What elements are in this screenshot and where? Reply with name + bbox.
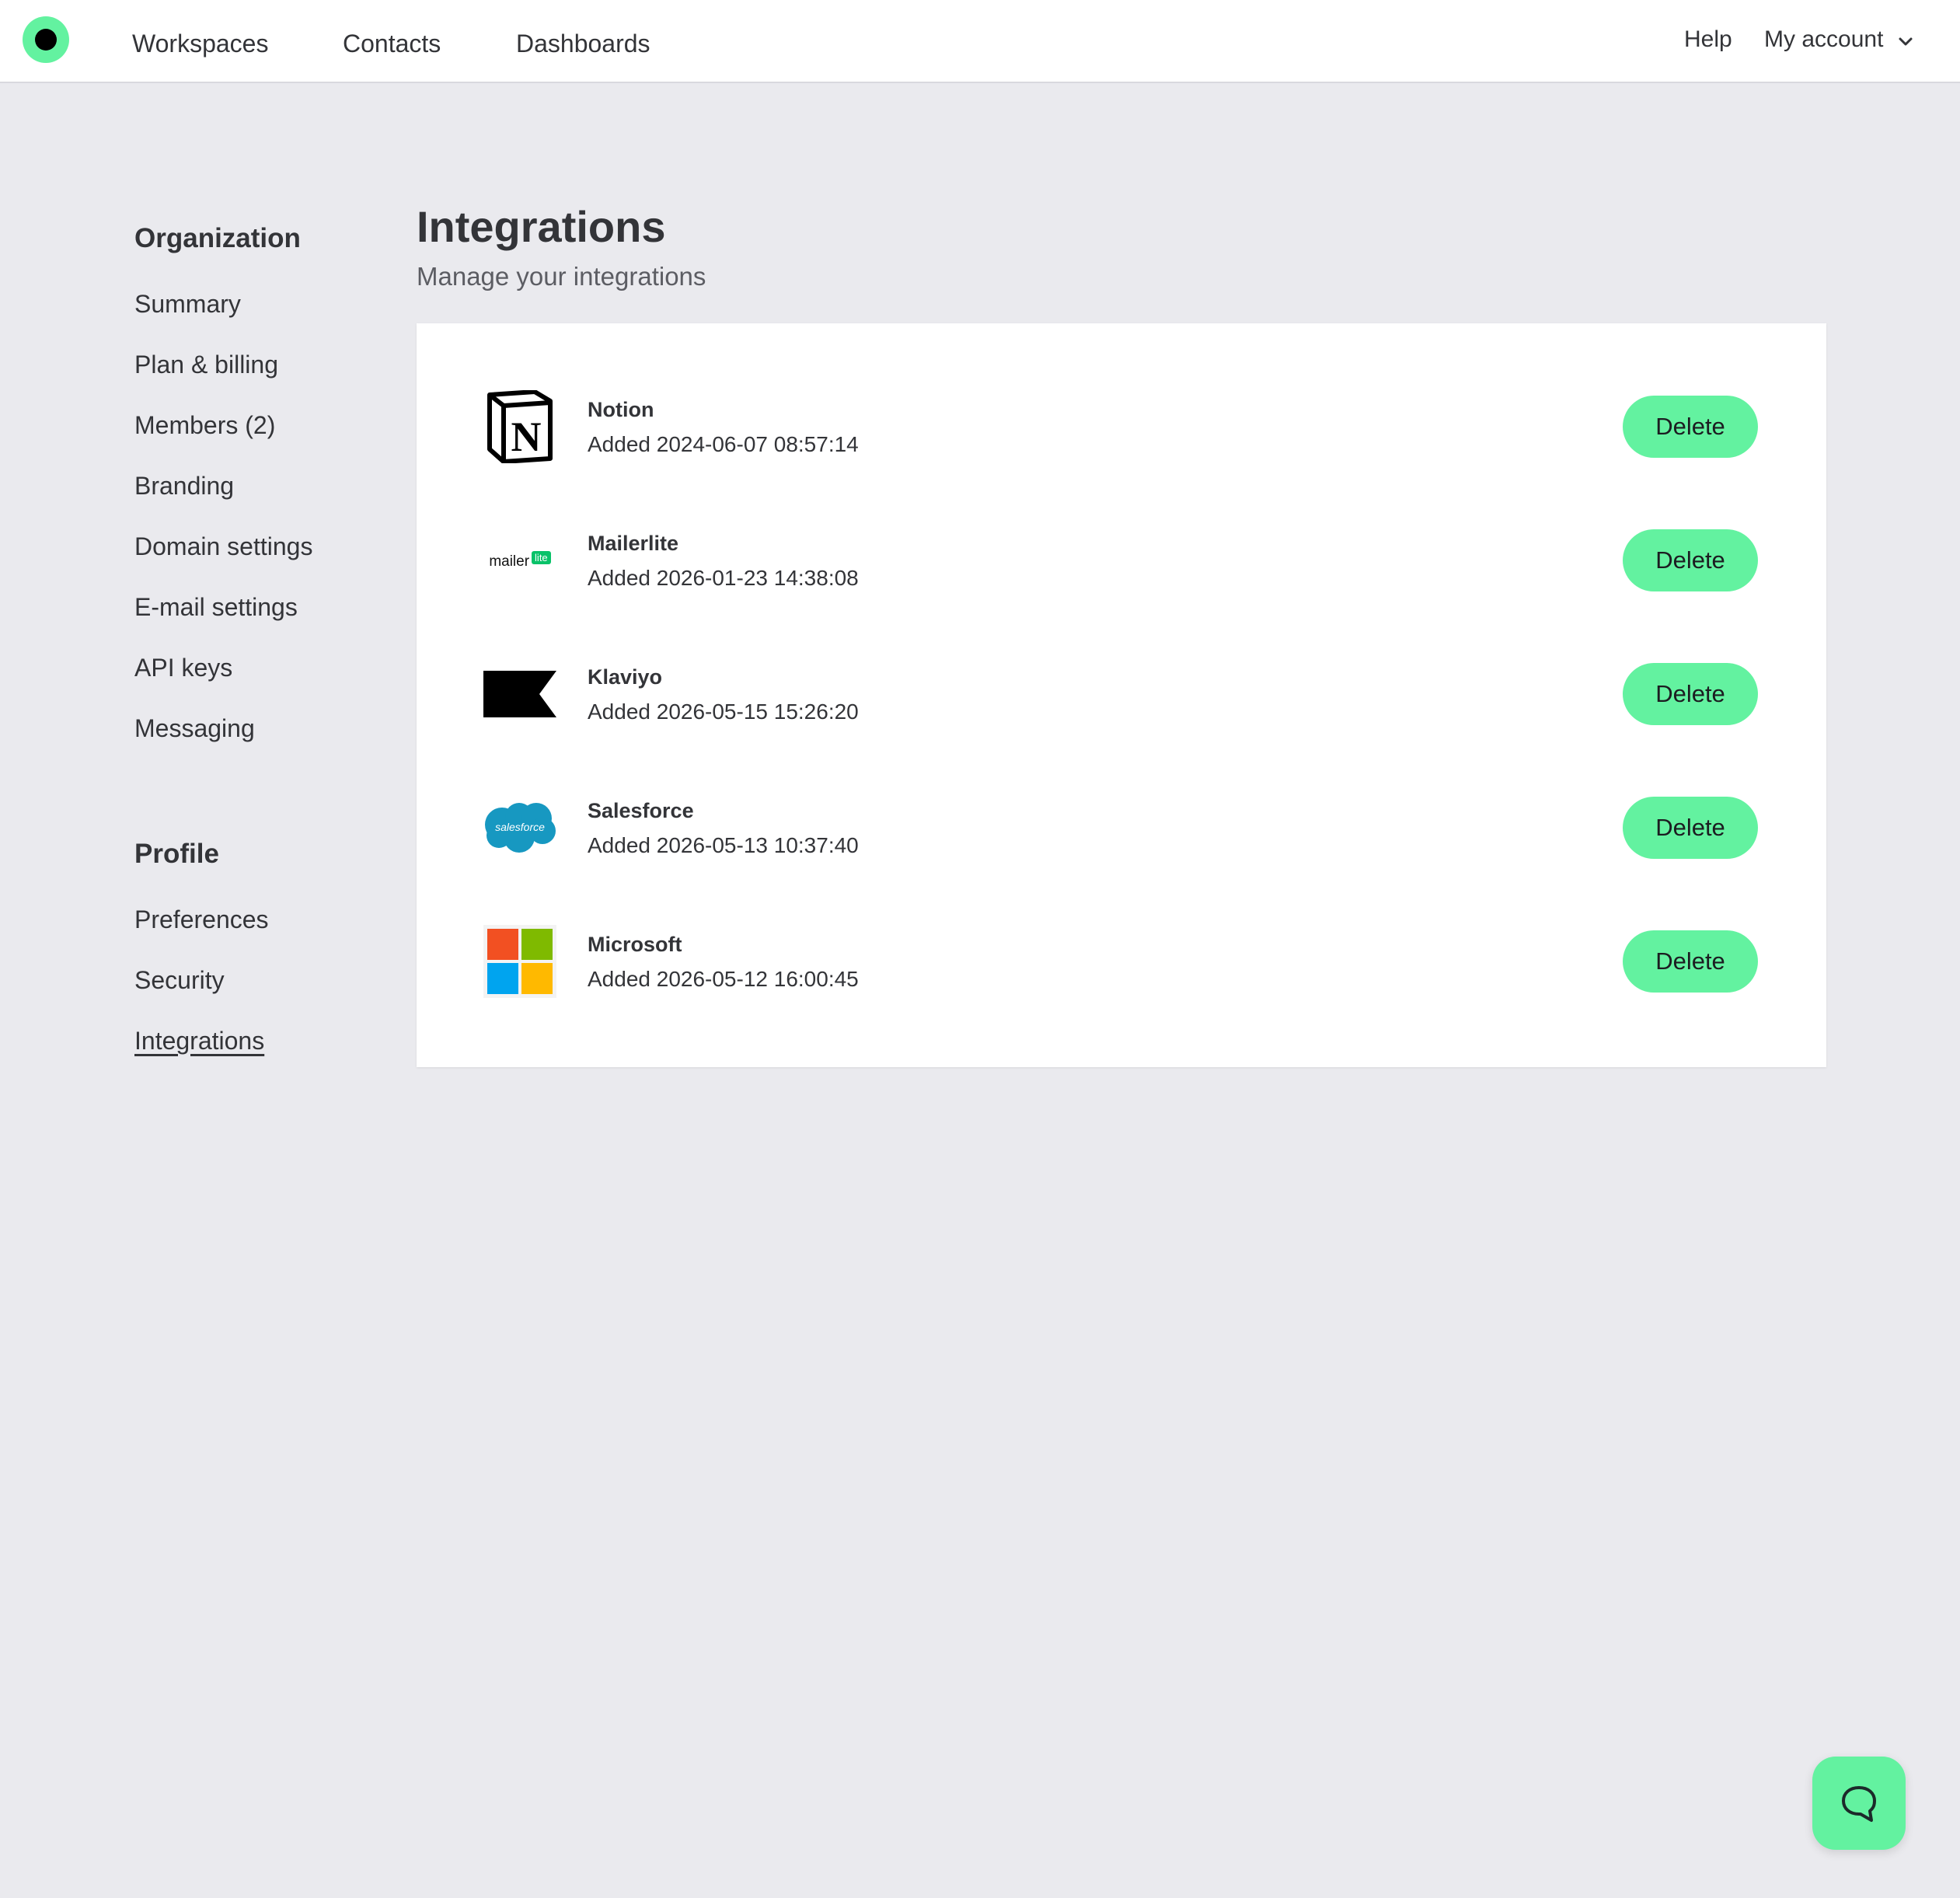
integration-name: Microsoft bbox=[588, 933, 682, 956]
sidebar-item-email-settings[interactable]: E-mail settings bbox=[134, 592, 298, 622]
delete-button[interactable]: Delete bbox=[1623, 529, 1758, 591]
notion-logo-icon: N bbox=[483, 390, 556, 463]
help-link[interactable]: Help bbox=[1684, 26, 1732, 54]
page-title: Integrations bbox=[417, 202, 666, 251]
svg-text:N: N bbox=[511, 413, 542, 460]
sidebar-item-branding[interactable]: Branding bbox=[134, 471, 234, 501]
integration-added-date: Added 2026-05-15 15:26:20 bbox=[588, 700, 859, 724]
nav-dashboards[interactable]: Dashboards bbox=[516, 29, 650, 58]
svg-text:salesforce: salesforce bbox=[495, 821, 545, 833]
page-subtitle: Manage your integrations bbox=[417, 262, 706, 291]
integration-name: Klaviyo bbox=[588, 665, 663, 689]
sidebar-item-api-keys[interactable]: API keys bbox=[134, 653, 232, 682]
integration-added-date: Added 2026-01-23 14:38:08 bbox=[588, 566, 859, 590]
integration-row: Klaviyo Added 2026-05-15 15:26:20 Delete bbox=[417, 658, 1826, 791]
integration-row: salesforce Salesforce Added 2026-05-13 1… bbox=[417, 791, 1826, 925]
sidebar-item-messaging[interactable]: Messaging bbox=[134, 713, 255, 743]
integration-row: mailer lite Mailerlite Added 2026-01-23 1… bbox=[417, 524, 1826, 658]
salesforce-logo-icon: salesforce bbox=[483, 791, 556, 864]
integration-added-date: Added 2026-05-13 10:37:40 bbox=[588, 833, 859, 857]
integration-name: Notion bbox=[588, 398, 654, 421]
chat-button[interactable] bbox=[1812, 1757, 1906, 1850]
integration-added-date: Added 2026-05-12 16:00:45 bbox=[588, 967, 859, 991]
integrations-card: N Notion Added 2024-06-07 08:57:14 Delet… bbox=[417, 323, 1826, 1067]
integration-row: Microsoft Added 2026-05-12 16:00:45 Dele… bbox=[417, 925, 1826, 1059]
sidebar-item-plan-billing[interactable]: Plan & billing bbox=[134, 350, 278, 379]
logo-dot bbox=[35, 29, 57, 51]
sidebar-item-preferences[interactable]: Preferences bbox=[134, 905, 269, 934]
my-account-menu[interactable]: My account bbox=[1764, 26, 1883, 54]
sidebar-item-members[interactable]: Members (2) bbox=[134, 410, 275, 440]
app-logo[interactable] bbox=[23, 16, 69, 63]
delete-button[interactable]: Delete bbox=[1623, 797, 1758, 859]
sidebar-heading-organization: Organization bbox=[134, 223, 301, 253]
top-navigation-bar: Workspaces Contacts Dashboards Help My a… bbox=[0, 0, 1960, 83]
sidebar-item-integrations[interactable]: Integrations bbox=[134, 1026, 264, 1055]
chevron-down-icon[interactable] bbox=[1896, 33, 1915, 51]
chat-bubble-icon bbox=[1842, 1786, 1876, 1822]
mailerlite-logo-icon: mailer lite bbox=[483, 524, 556, 597]
klaviyo-logo-icon bbox=[483, 658, 556, 731]
integration-row: N Notion Added 2024-06-07 08:57:14 Delet… bbox=[417, 390, 1826, 524]
delete-button[interactable]: Delete bbox=[1623, 663, 1758, 725]
sidebar-item-domain-settings[interactable]: Domain settings bbox=[134, 532, 312, 561]
sidebar-item-summary[interactable]: Summary bbox=[134, 289, 241, 319]
sidebar-heading-profile: Profile bbox=[134, 839, 219, 869]
nav-contacts[interactable]: Contacts bbox=[343, 29, 441, 58]
sidebar-item-security[interactable]: Security bbox=[134, 965, 225, 995]
integration-name: Salesforce bbox=[588, 799, 694, 822]
microsoft-logo-icon bbox=[483, 925, 556, 998]
integration-added-date: Added 2024-06-07 08:57:14 bbox=[588, 432, 859, 456]
nav-workspaces[interactable]: Workspaces bbox=[132, 29, 268, 58]
delete-button[interactable]: Delete bbox=[1623, 930, 1758, 993]
integration-name: Mailerlite bbox=[588, 532, 679, 555]
delete-button[interactable]: Delete bbox=[1623, 396, 1758, 458]
